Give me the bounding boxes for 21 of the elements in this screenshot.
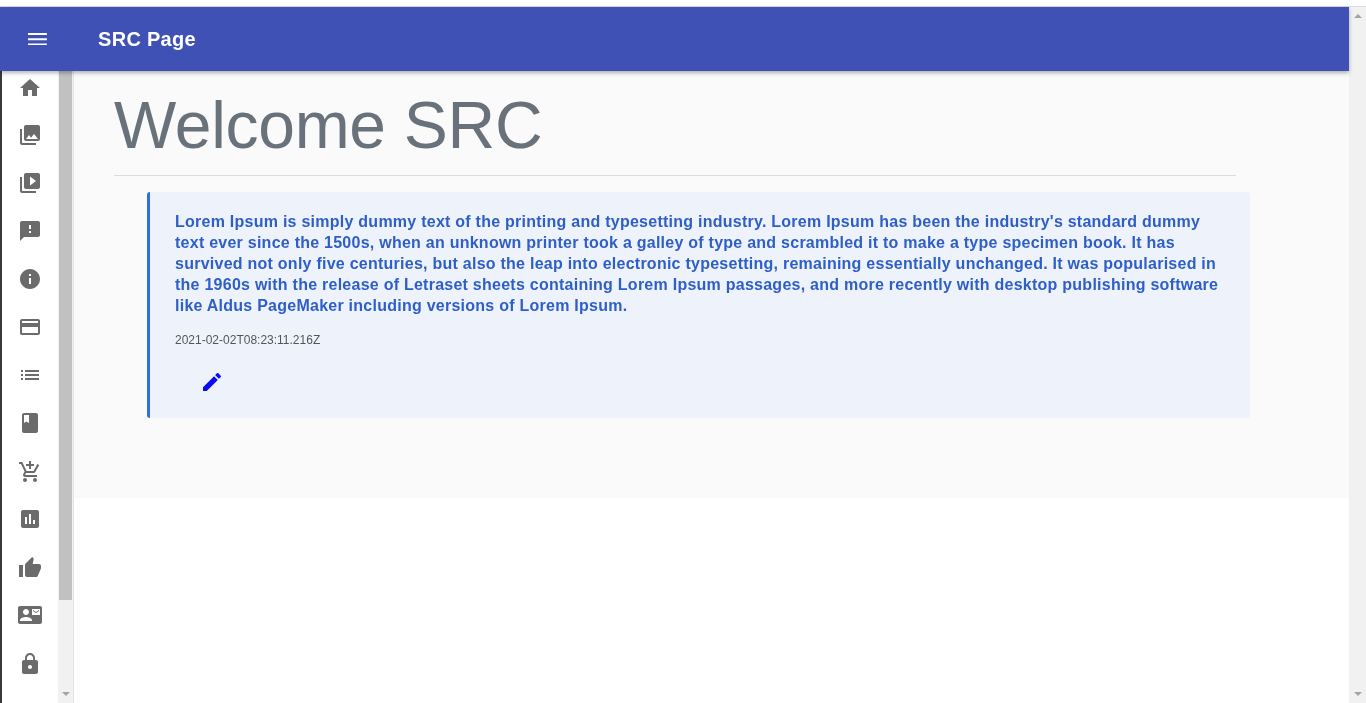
info-icon [20, 269, 40, 289]
sidebar-scrollbar[interactable] [58, 71, 74, 703]
credit-card-icon [20, 319, 40, 335]
app-title: SRC Page [98, 27, 196, 51]
book-icon [22, 413, 38, 433]
alert-message-icon [20, 221, 40, 241]
page-heading: Welcome SRC [114, 87, 543, 164]
bar-chart-icon [21, 510, 39, 528]
menu-icon[interactable] [28, 32, 47, 46]
scrollbar-thumb[interactable] [59, 71, 72, 600]
video-gallery-icon [20, 173, 40, 193]
post-timestamp: 2021-02-02T08:23:11.216Z [175, 332, 321, 348]
image-gallery-icon [20, 125, 40, 145]
contact-card-icon [18, 606, 42, 624]
home-icon [20, 78, 40, 96]
list-icon [21, 370, 39, 380]
pencil-icon [203, 373, 221, 391]
add-to-cart-icon [19, 460, 41, 482]
lock-icon [22, 652, 38, 674]
post-text: Lorem Ipsum is simply dummy text of the printing and typesetting industry. Lorem Ipsum has been the industry's standard dummy text ever since the 1500s, when an unknown printer took a galley of type and scrambled it to make a type specimen book. It has survived not only five centuries, but also the leap into electronic typesetting, remaining essentially unchanged. It was popularised in the 1960s with the release of Letraset sheets containing Lorem Ipsum passages, and more recently with desktop publishing software like Aldus PageMaker including versions of Lorem Ipsum. [175, 212, 1220, 316]
thumbs-up-icon [19, 557, 41, 577]
